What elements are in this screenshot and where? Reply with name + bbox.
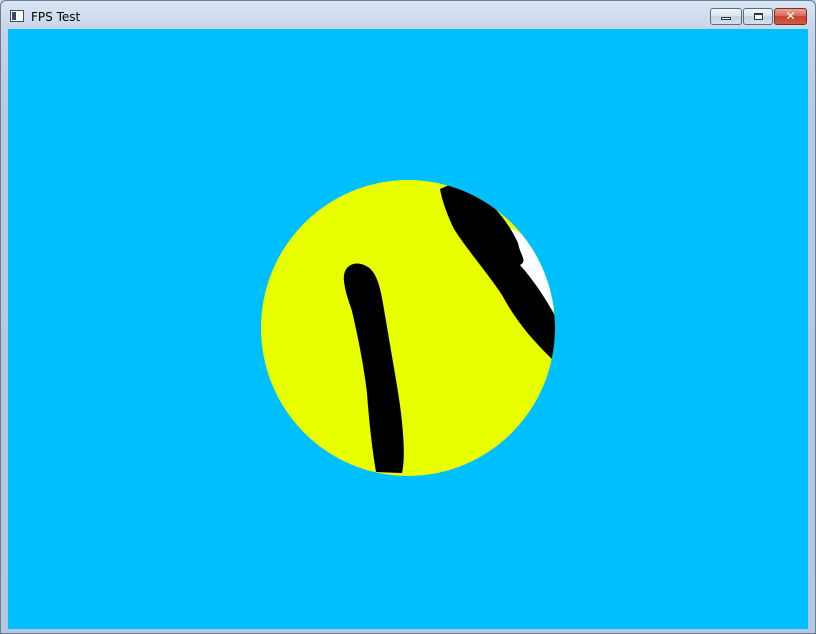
minimize-button[interactable] — [710, 8, 742, 25]
ball-body — [261, 180, 555, 476]
render-canvas[interactable] — [8, 29, 808, 629]
maximize-icon — [754, 13, 763, 20]
application-window-icon[interactable] — [10, 10, 24, 22]
maximize-button[interactable] — [743, 8, 773, 25]
title-bar[interactable]: FPS Test ✕ — [1, 1, 815, 29]
minimize-icon — [721, 17, 731, 20]
application-window: FPS Test ✕ — [0, 0, 816, 634]
scene-svg — [261, 180, 555, 476]
window-title: FPS Test — [31, 10, 81, 24]
ball — [261, 180, 555, 476]
close-button[interactable]: ✕ — [774, 8, 807, 25]
close-icon: ✕ — [785, 9, 796, 23]
